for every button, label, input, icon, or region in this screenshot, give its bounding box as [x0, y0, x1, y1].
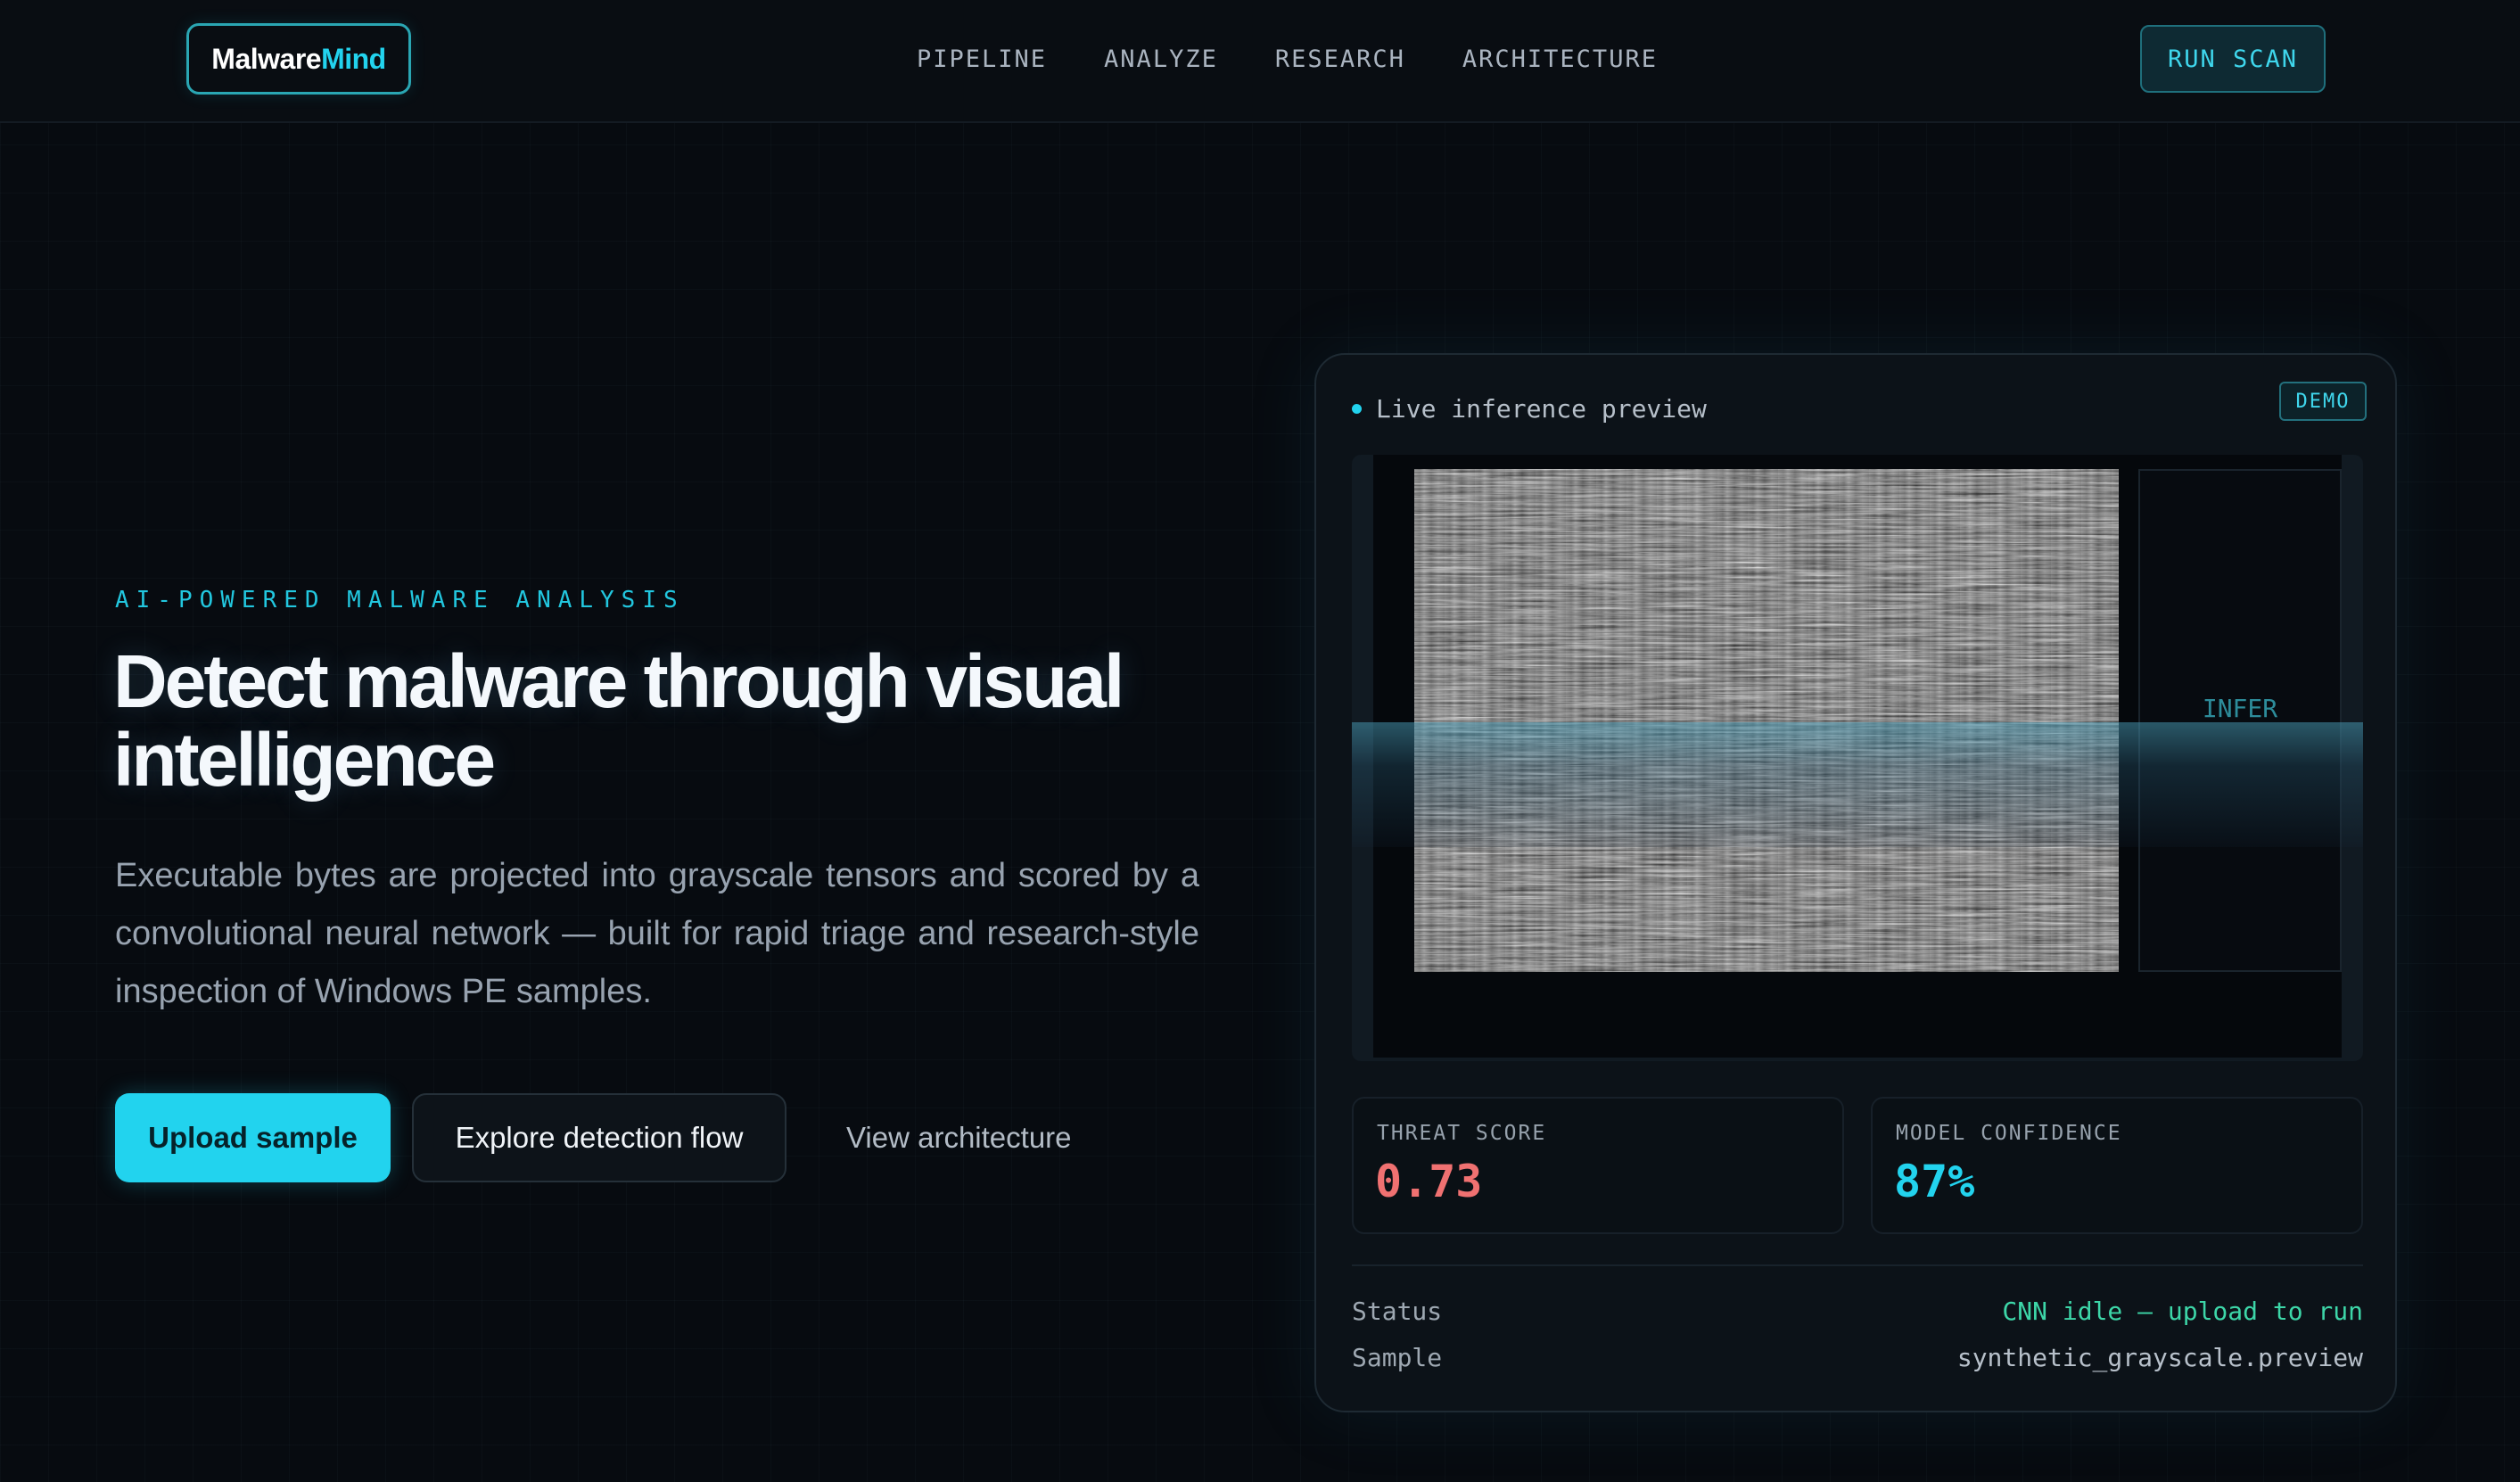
panel-divider: [1352, 1264, 2363, 1266]
panel-header: Live inference preview: [1352, 391, 1707, 426]
threat-score-card: THREAT SCORE 0.73: [1352, 1097, 1844, 1234]
hero-eyebrow: AI-POWERED MALWARE ANALYSIS: [115, 587, 685, 613]
grayscale-noise-texture: [1414, 469, 2119, 972]
nav-link-analyze[interactable]: ANALYZE: [1104, 45, 1218, 73]
nav-links: PIPELINE ANALYZE RESEARCH ARCHITECTURE: [917, 39, 1658, 78]
brand-name-part2: Mind: [321, 42, 386, 75]
model-confidence-card: MODEL CONFIDENCE 87%: [1871, 1097, 2363, 1234]
hero-title-line2: intelligence: [113, 718, 496, 802]
inference-preview-panel: Live inference preview DEMO INFER THREAT…: [1314, 353, 2397, 1412]
demo-badge: DEMO: [2279, 382, 2367, 421]
hero-title-line1: Detect malware through visual: [113, 639, 1124, 723]
sample-row: Sample synthetic_grayscale.preview: [1352, 1343, 2363, 1379]
upload-sample-button[interactable]: Upload sample: [115, 1093, 391, 1182]
infer-label: INFER: [2202, 694, 2278, 723]
nav-link-pipeline[interactable]: PIPELINE: [917, 45, 1047, 73]
view-architecture-link[interactable]: View architecture: [846, 1116, 1072, 1159]
top-nav: Malware Mind PIPELINE ANALYZE RESEARCH AR…: [0, 0, 2520, 123]
live-indicator-icon: [1352, 403, 1362, 414]
inference-viewer: INFER: [1352, 455, 2363, 1061]
hero-title: Detect malware through visual intelligen…: [113, 642, 1272, 799]
sample-value: synthetic_grayscale.preview: [1956, 1343, 2363, 1372]
brand-name-part1: Malware: [211, 42, 322, 75]
status-row: Status CNN idle — upload to run: [1352, 1297, 2363, 1332]
sample-label: Sample: [1352, 1343, 1443, 1372]
nav-link-research[interactable]: RESEARCH: [1275, 45, 1405, 73]
status-label: Status: [1352, 1297, 1443, 1326]
threat-score-label: THREAT SCORE: [1377, 1122, 1547, 1145]
model-confidence-label: MODEL CONFIDENCE: [1896, 1122, 2122, 1145]
threat-score-value: 0.73: [1375, 1156, 1483, 1207]
model-confidence-value: 87%: [1894, 1156, 1975, 1207]
hero-description: Executable bytes are projected into gray…: [115, 857, 1199, 1010]
nav-link-architecture[interactable]: ARCHITECTURE: [1462, 45, 1658, 73]
status-value: CNN idle — upload to run: [2002, 1297, 2363, 1326]
explore-detection-flow-button[interactable]: Explore detection flow: [412, 1093, 786, 1182]
brand-logo[interactable]: Malware Mind: [186, 23, 411, 95]
run-scan-button[interactable]: RUN SCAN: [2140, 25, 2326, 93]
panel-title: Live inference preview: [1376, 393, 1707, 424]
grayscale-tensor-image: [1414, 469, 2119, 972]
scan-line-overlay: [1352, 722, 2363, 847]
